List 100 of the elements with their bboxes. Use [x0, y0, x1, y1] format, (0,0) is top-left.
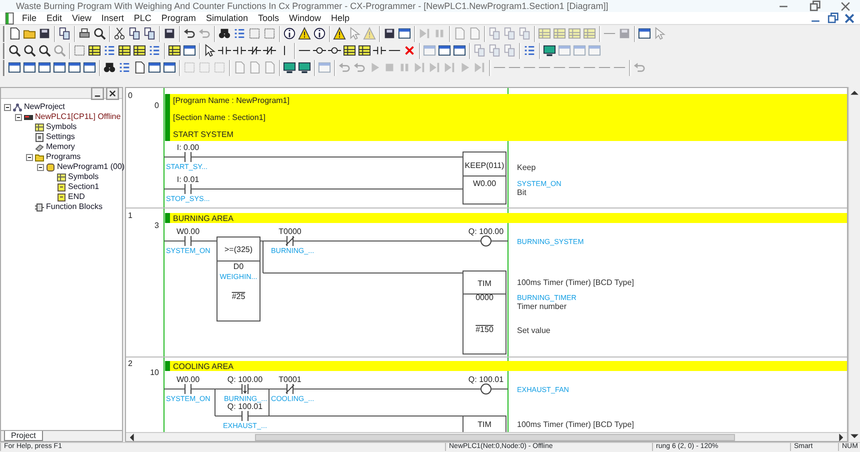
list-icon[interactable] [103, 44, 116, 57]
window-icon[interactable] [148, 61, 161, 74]
contact-icon[interactable] [233, 44, 246, 57]
closed-contact-icon[interactable] [248, 44, 261, 57]
grid-icon[interactable] [263, 27, 276, 40]
window-title: Waste Burning Program With Weighing And Counter Functions In Cx Programmer - CX-Programmer - [NewPLC1.NewProgram1.Section1 [Diagram]] [16, 0, 608, 12]
search-icon[interactable] [8, 44, 21, 57]
warning-icon[interactable] [333, 27, 346, 40]
operand-address: T0000 [278, 227, 302, 236]
operand-address: W0.00 [176, 227, 200, 236]
menu-item[interactable]: Window [284, 12, 326, 24]
tree-item[interactable]: NewProgram1 (00) [57, 162, 125, 172]
project-tab[interactable]: Project [4, 431, 43, 441]
folder-icon [35, 152, 44, 162]
minimize-icon[interactable] [91, 86, 104, 100]
scissors-icon[interactable] [113, 27, 126, 40]
close-icon[interactable] [843, 12, 856, 24]
binoculars-icon[interactable] [218, 27, 231, 40]
menu-item[interactable]: Tools [252, 12, 284, 24]
window-icon[interactable] [638, 27, 651, 40]
copy-icon[interactable] [128, 27, 141, 40]
printer-icon[interactable] [78, 27, 91, 40]
copy-icon[interactable] [58, 27, 71, 40]
menu-item[interactable]: Program [156, 12, 201, 24]
monitor-icon[interactable] [543, 44, 556, 57]
contact-icon[interactable] [218, 44, 231, 57]
list-icon[interactable] [233, 27, 246, 40]
page-icon[interactable] [133, 61, 146, 74]
table-icon[interactable] [118, 44, 131, 57]
pointer-icon[interactable] [203, 44, 216, 57]
contact-symbol [184, 184, 192, 194]
close-icon[interactable] [106, 86, 119, 100]
table-icon[interactable] [168, 44, 181, 57]
menu-item[interactable]: PLC [128, 12, 156, 24]
menu-item[interactable]: Insert [96, 12, 129, 24]
window-icon[interactable] [398, 27, 411, 40]
collapse-icon[interactable] [15, 114, 22, 120]
scrollbar-thumb[interactable] [255, 434, 735, 440]
grid-icon[interactable] [73, 44, 86, 57]
list-icon[interactable] [148, 44, 161, 57]
wire [164, 188, 186, 190]
undo-icon[interactable] [183, 27, 196, 40]
info-icon[interactable] [313, 27, 326, 40]
menu-item[interactable]: Edit [42, 12, 68, 24]
page-icon[interactable] [8, 27, 21, 40]
binoculars-icon[interactable] [103, 61, 116, 74]
window-icon[interactable] [183, 44, 196, 57]
search-icon[interactable] [23, 44, 36, 57]
search-icon[interactable] [93, 27, 106, 40]
restore-icon[interactable] [826, 12, 839, 24]
window-icon[interactable] [438, 44, 451, 57]
table-icon[interactable] [358, 44, 371, 57]
step-number: 3 [154, 221, 159, 230]
tree-item[interactable]: Section1 [68, 182, 100, 192]
window-icon[interactable] [23, 61, 36, 74]
tree-item[interactable]: Function Blocks [46, 202, 102, 212]
tree-item[interactable]: Memory [46, 142, 75, 152]
window-icon[interactable] [8, 61, 21, 74]
monitor-icon[interactable] [283, 61, 296, 74]
window-icon[interactable] [83, 61, 96, 74]
window-icon[interactable] [38, 61, 51, 74]
window-icon[interactable] [68, 61, 81, 74]
warning-icon[interactable] [298, 27, 311, 40]
collapse-icon[interactable] [37, 164, 44, 170]
tree-item[interactable]: Settings [46, 132, 75, 142]
comment-text: Keep [517, 163, 536, 172]
table-icon [57, 172, 66, 182]
monitor-icon[interactable] [298, 61, 311, 74]
table-icon[interactable] [133, 44, 146, 57]
search-icon[interactable] [38, 44, 51, 57]
cross-icon[interactable] [403, 44, 416, 57]
closed-contact-icon[interactable] [263, 44, 276, 57]
collapse-icon[interactable] [26, 154, 33, 160]
restore-icon[interactable] [808, 0, 821, 12]
grid-icon[interactable] [248, 27, 261, 40]
tree-item[interactable]: Symbols [68, 172, 99, 182]
tree-item[interactable]: END [68, 192, 85, 202]
close-icon[interactable] [839, 0, 852, 12]
table-icon[interactable] [343, 44, 356, 57]
menu-item[interactable]: View [67, 12, 96, 24]
tree-item[interactable]: Symbols [46, 122, 77, 132]
network-icon [13, 102, 22, 112]
window-icon[interactable] [163, 61, 176, 74]
window-icon[interactable] [53, 61, 66, 74]
list-icon[interactable] [118, 61, 131, 74]
window-icon[interactable] [453, 44, 466, 57]
tree-item[interactable]: NewProject [24, 102, 65, 112]
contact-icon[interactable] [373, 44, 386, 57]
copy-icon[interactable] [143, 27, 156, 40]
menu-item[interactable]: File [17, 12, 42, 24]
tree-item[interactable]: Programs [46, 152, 81, 162]
list-icon[interactable] [523, 44, 536, 57]
table-icon[interactable] [88, 44, 101, 57]
collapse-icon[interactable] [4, 104, 11, 110]
operand-value: W0.00 [472, 179, 496, 188]
menu-item[interactable]: Simulation [200, 12, 253, 24]
menu-item[interactable]: Help [326, 12, 355, 24]
tree-item[interactable]: NewPLC1[CP1L] Offline [35, 112, 121, 122]
closed-contact-symbol [286, 384, 294, 394]
info-icon[interactable] [283, 27, 296, 40]
